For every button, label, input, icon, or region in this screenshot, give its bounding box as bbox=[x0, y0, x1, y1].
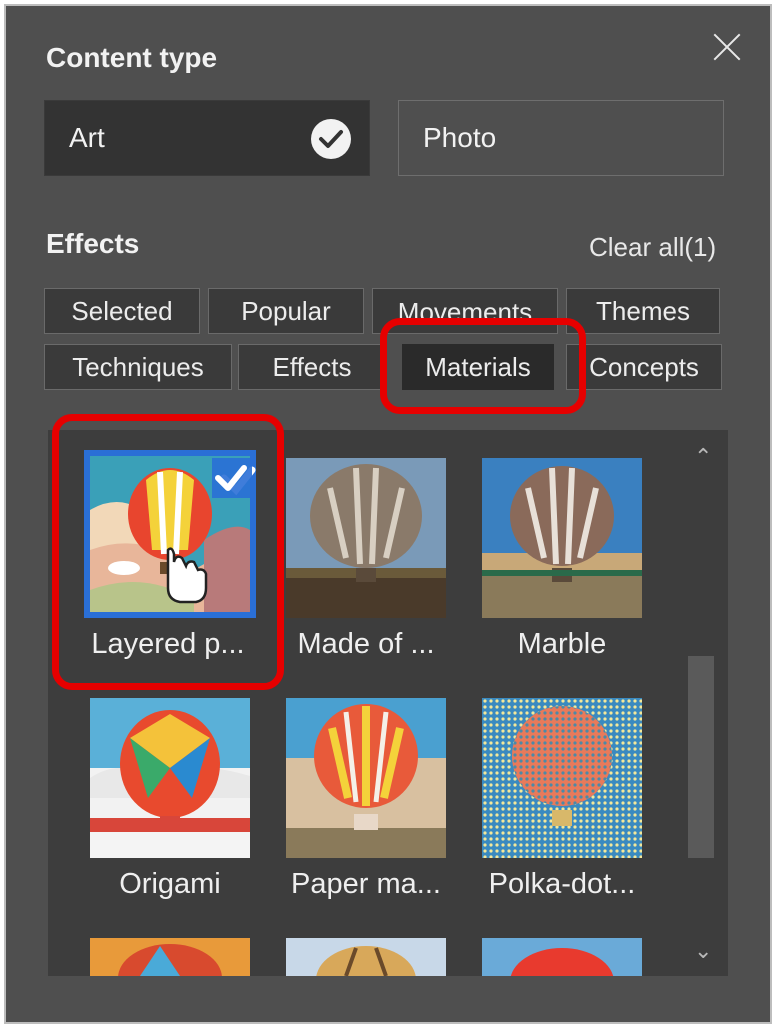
content-type-art-label: Art bbox=[69, 122, 105, 153]
thumbnail-polka-dot[interactable] bbox=[482, 698, 642, 858]
thumbnail-layered-paper[interactable] bbox=[84, 450, 256, 618]
thumbnail-origami[interactable] bbox=[90, 698, 250, 858]
thumbnail-marble[interactable] bbox=[482, 458, 642, 618]
tab-materials[interactable]: Materials bbox=[402, 344, 554, 390]
tab-techniques[interactable]: Techniques bbox=[44, 344, 232, 390]
effects-thumbnail-grid[interactable]: Layered p... Made of ... Marble Origami … bbox=[48, 430, 728, 976]
thumbnail-label-origami: Origami bbox=[119, 868, 221, 900]
close-icon[interactable] bbox=[708, 28, 746, 66]
content-type-art-button[interactable]: Art bbox=[44, 100, 370, 176]
thumbnail-row3-1[interactable] bbox=[90, 938, 250, 976]
thumbnail-label-made-of: Made of ... bbox=[297, 628, 435, 660]
check-icon bbox=[311, 119, 351, 159]
tab-selected[interactable]: Selected bbox=[44, 288, 200, 334]
thumbnail-label-marble: Marble bbox=[517, 628, 607, 660]
tab-popular[interactable]: Popular bbox=[208, 288, 364, 334]
tab-concepts[interactable]: Concepts bbox=[566, 344, 722, 390]
thumbnail-label-layered-paper: Layered p... bbox=[91, 628, 245, 660]
tab-effects[interactable]: Effects bbox=[238, 344, 386, 390]
effects-panel: Content type Art Photo Effects Clear all… bbox=[4, 4, 772, 1024]
content-type-photo-label: Photo bbox=[423, 122, 497, 153]
effects-title: Effects bbox=[46, 228, 140, 259]
scrollbar-thumb[interactable] bbox=[688, 656, 714, 858]
thumbnail-paper-mache[interactable] bbox=[286, 698, 446, 858]
thumbnail-label-polka-dot: Polka-dot... bbox=[488, 868, 636, 900]
chevron-down-icon[interactable]: ⌄ bbox=[694, 938, 712, 964]
thumbnail-row3-3[interactable] bbox=[482, 938, 642, 976]
clear-all-link[interactable]: Clear all(1) bbox=[589, 232, 716, 263]
thumbnail-row3-2[interactable] bbox=[286, 938, 446, 976]
thumbnail-label-paper-mache: Paper ma... bbox=[291, 868, 441, 900]
chevron-up-icon[interactable]: ⌃ bbox=[694, 444, 712, 470]
tab-themes[interactable]: Themes bbox=[566, 288, 720, 334]
content-type-title: Content type bbox=[46, 42, 218, 73]
content-type-photo-button[interactable]: Photo bbox=[398, 100, 724, 176]
tab-movements[interactable]: Movements bbox=[372, 288, 558, 334]
thumbnail-made-of[interactable] bbox=[286, 458, 446, 618]
